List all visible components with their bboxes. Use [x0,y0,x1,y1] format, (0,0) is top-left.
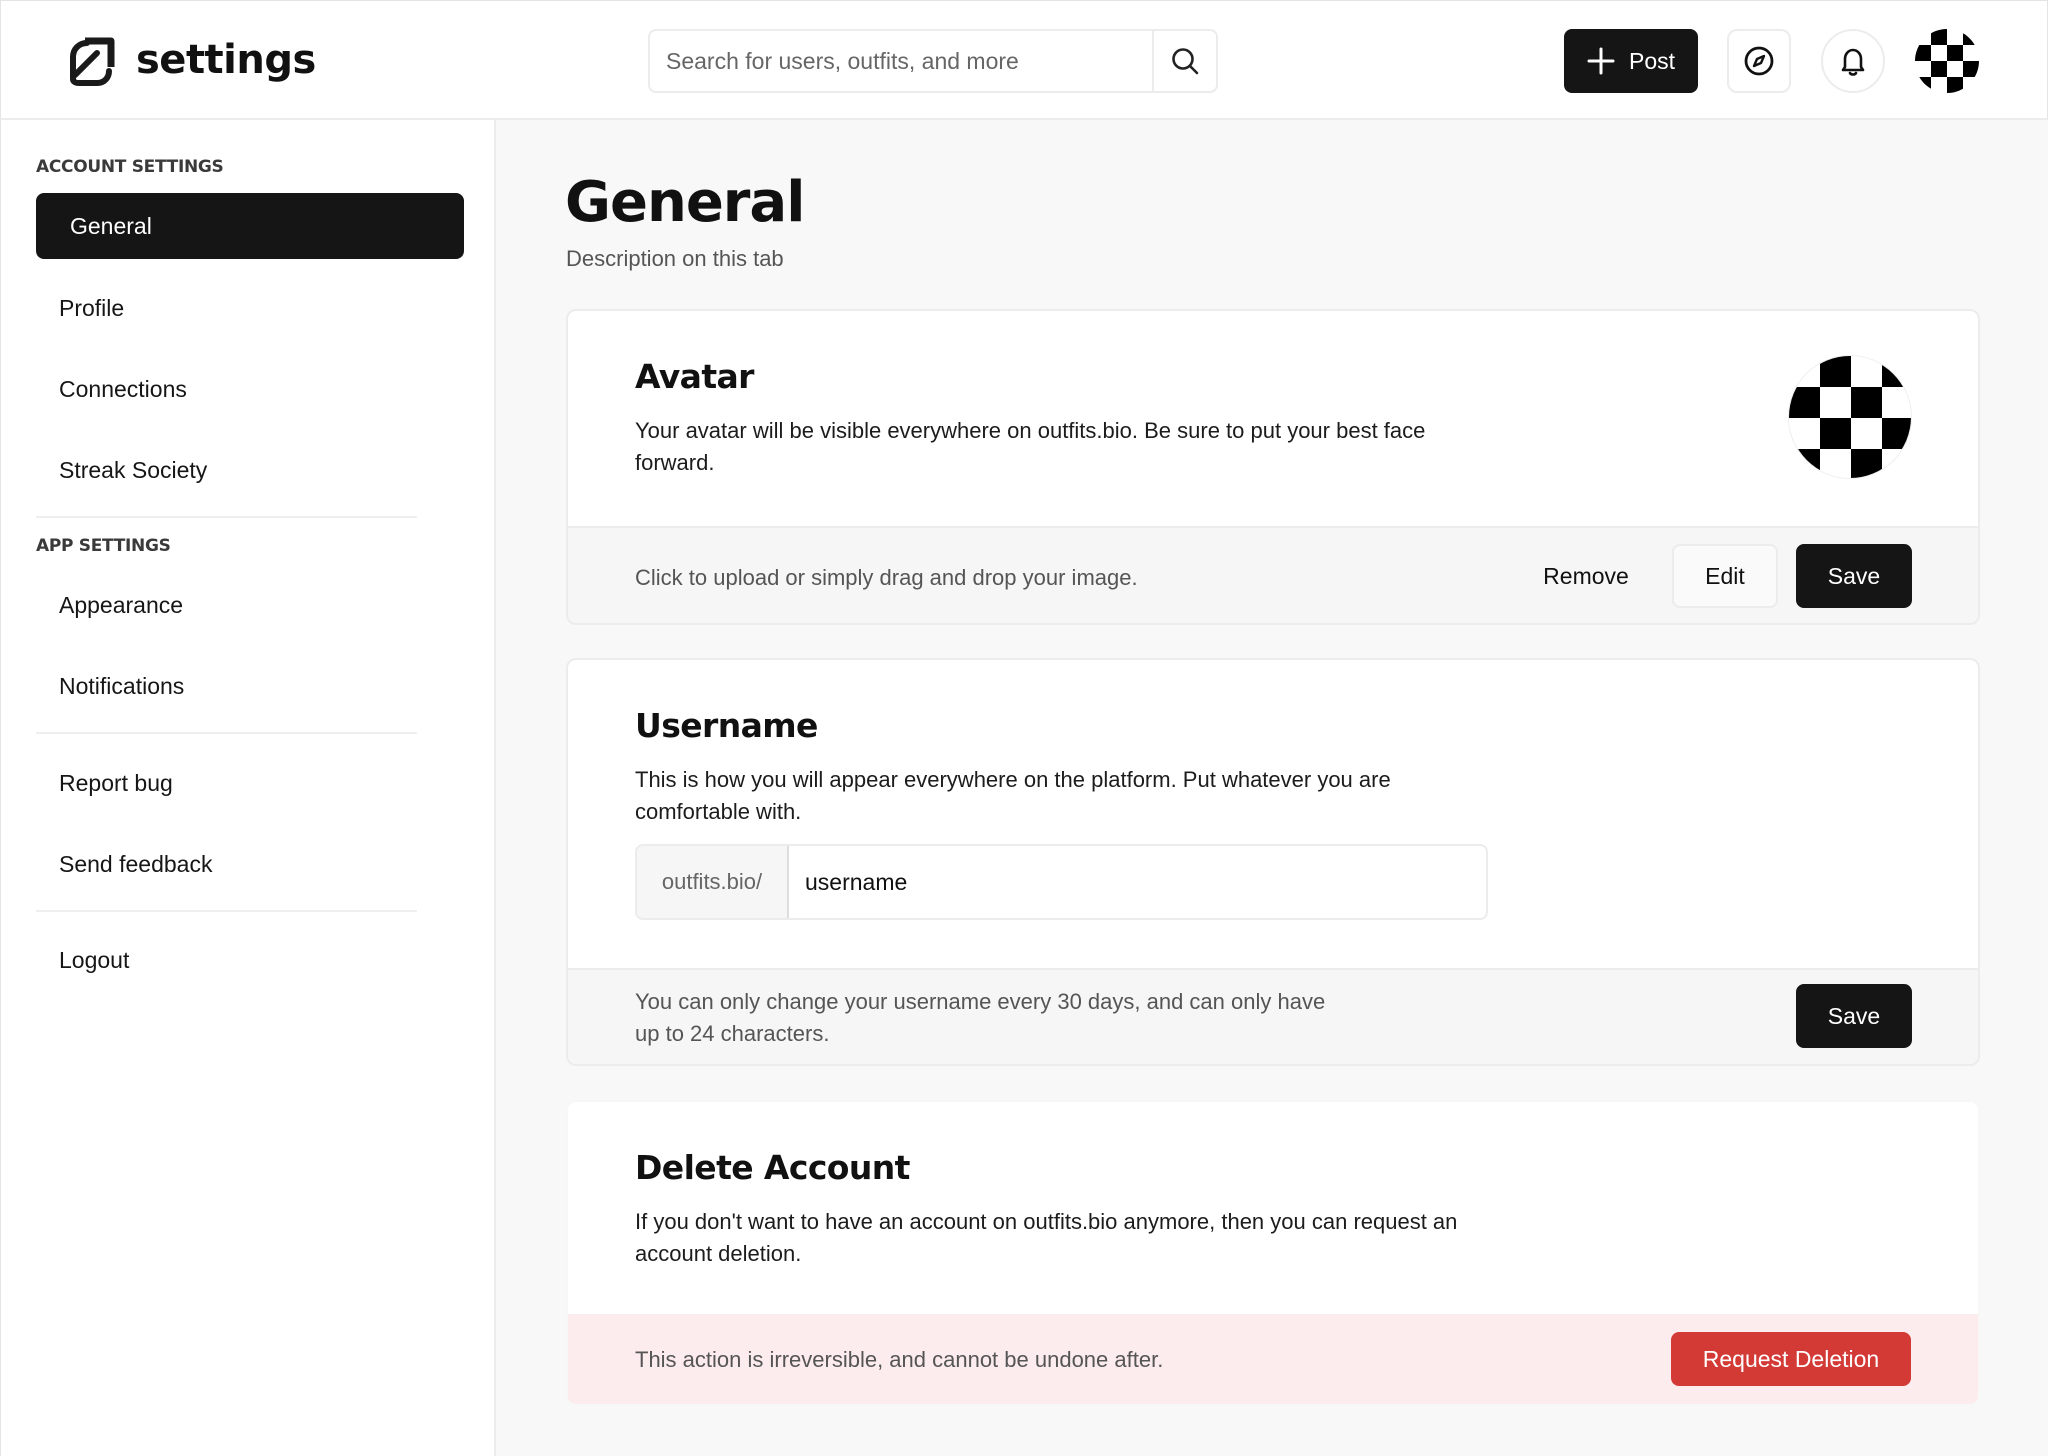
page-title: General [565,170,805,235]
sidebar-divider [36,516,417,518]
search-bar [648,29,1218,93]
avatar-card: Avatar Your avatar will be visible every… [566,309,1980,625]
sidebar-item-connections[interactable]: Connections [36,356,464,422]
checker-avatar-image [1915,29,1979,93]
username-card-title: Username [635,706,818,745]
sidebar-divider [36,910,417,912]
search-icon [1172,48,1199,75]
sidebar-item-report-bug[interactable]: Report bug [36,750,464,816]
save-avatar-button[interactable]: Save [1796,544,1912,608]
remove-avatar-button[interactable]: Remove [1533,544,1639,608]
sidebar-item-streak-society[interactable]: Streak Society [36,437,464,503]
user-avatar[interactable] [1915,29,1979,93]
search-button[interactable] [1152,31,1216,91]
account-settings-heading: ACCOUNT SETTINGS [36,157,224,177]
explore-button[interactable] [1727,29,1791,93]
delete-account-footer: This action is irreversible, and cannot … [568,1314,1978,1404]
avatar-preview[interactable] [1788,355,1912,479]
avatar-upload-hint: Click to upload or simply drag and drop … [635,565,1138,590]
sidebar-divider [36,732,417,734]
sidebar-item-appearance[interactable]: Appearance [36,572,464,638]
avatar-card-title: Avatar [635,357,754,396]
sidebar-item-notifications[interactable]: Notifications [36,653,464,719]
avatar-upload-dropzone[interactable]: Click to upload or simply drag and drop … [568,526,1978,623]
save-username-button[interactable]: Save [1796,984,1912,1048]
username-field: outfits.bio/ [635,844,1488,920]
username-input[interactable] [789,846,1486,918]
sidebar-item-logout[interactable]: Logout [36,927,464,993]
delete-account-card: Delete Account If you don't want to have… [566,1100,1980,1406]
page-description: Description on this tab [566,246,784,271]
search-input[interactable] [650,31,1152,91]
delete-account-text: If you don't want to have an account on … [635,1209,1458,1266]
top-header: settings Post [0,0,2048,120]
compass-icon [1744,46,1774,76]
plus-icon [1587,47,1615,75]
delete-account-title: Delete Account [635,1148,910,1187]
bell-icon [1841,48,1865,76]
username-card-footer: You can only change your username every … [568,968,1978,1064]
settings-sidebar: ACCOUNT SETTINGS General Profile Connect… [0,120,496,1456]
post-button-label: Post [1628,47,1676,74]
edit-avatar-button[interactable]: Edit [1672,544,1778,608]
avatar-card-text: Your avatar will be visible everywhere o… [635,418,1426,475]
sidebar-item-profile[interactable]: Profile [36,275,464,341]
sidebar-item-general[interactable]: General [36,193,464,259]
post-button[interactable]: Post [1564,29,1698,93]
checker-avatar-image [1789,356,1911,478]
sidebar-item-send-feedback[interactable]: Send feedback [36,831,464,897]
logo-icon[interactable] [67,35,117,87]
request-deletion-button[interactable]: Request Deletion [1671,1332,1911,1386]
notifications-button[interactable] [1821,29,1885,93]
username-prefix: outfits.bio/ [637,846,789,918]
username-rules-note: You can only change your username every … [635,989,1326,1046]
username-card: Username This is how you will appear eve… [566,658,1980,1066]
username-card-text: This is how you will appear everywhere o… [635,767,1391,824]
app-settings-heading: APP SETTINGS [36,536,171,556]
irreversible-warning: This action is irreversible, and cannot … [635,1347,1164,1372]
brand-title: settings [136,37,316,83]
